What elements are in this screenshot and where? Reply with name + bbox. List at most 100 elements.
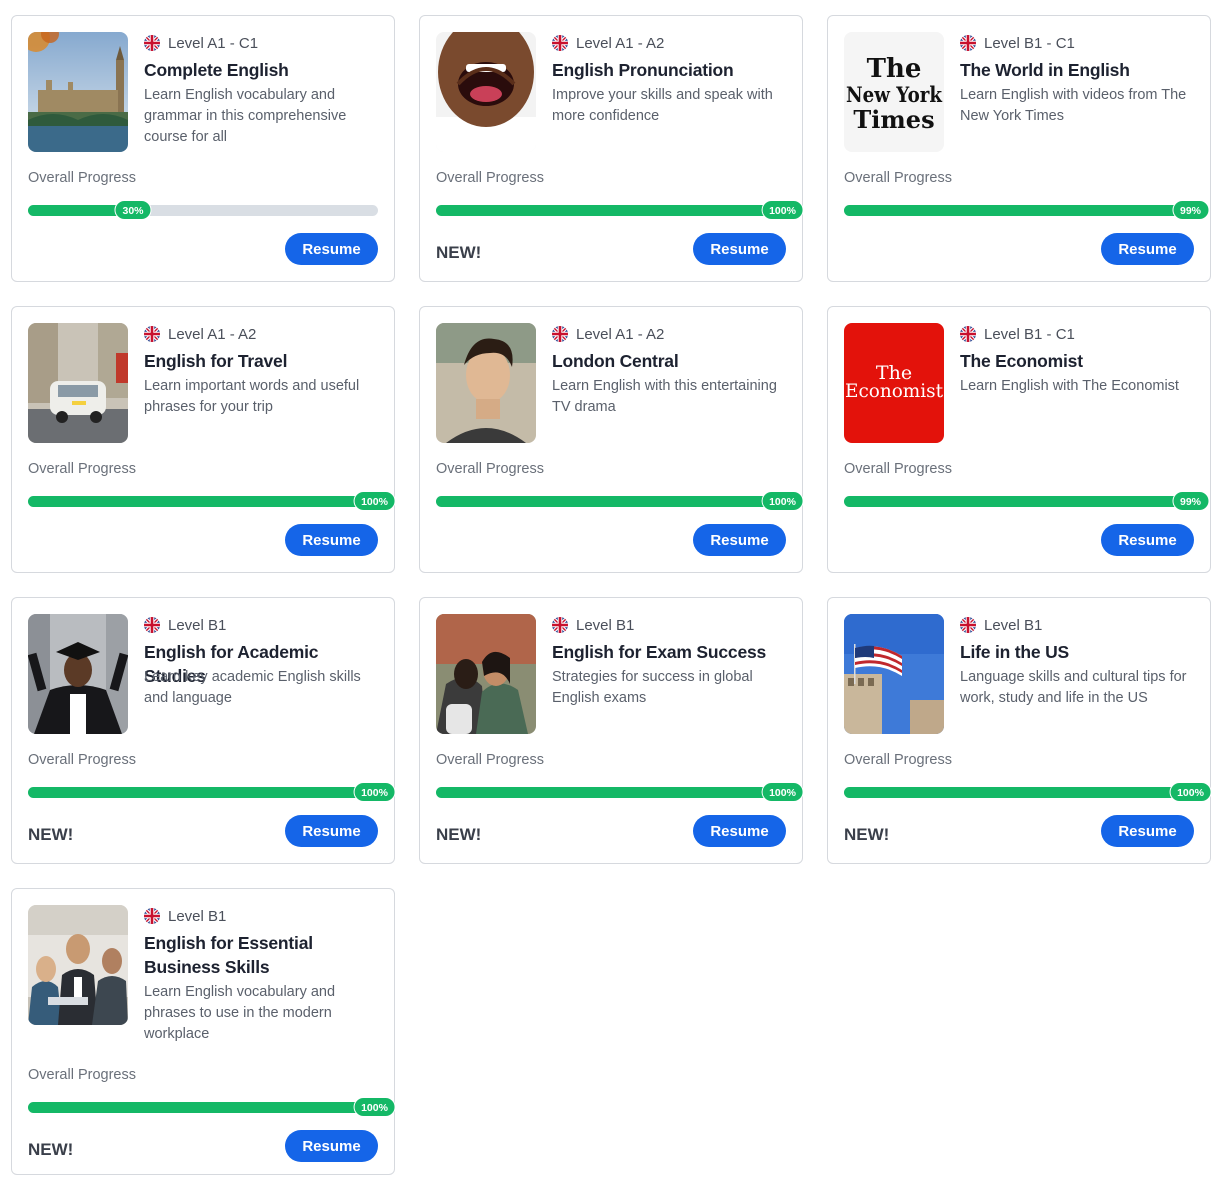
resume-button[interactable]: Resume [1101,233,1194,265]
progress-percent-badge: 100% [1169,782,1212,802]
course-level: Level B1 [144,616,226,634]
students-hug-image [436,614,536,734]
resume-button[interactable]: Resume [693,233,786,265]
resume-button[interactable]: Resume [693,524,786,556]
course-level: Level B1 [552,616,634,634]
progress-bar: 100% [28,1097,396,1117]
course-description: Learn English with videos from The New Y… [960,87,1187,124]
business-meeting-image [28,905,128,1025]
progress-bar-fill [28,1102,378,1113]
progress-bar-fill [28,787,378,798]
course-level: Level A1 - A2 [552,325,664,343]
svg-text:Economist: Economist [845,380,943,402]
uk-flag-icon [144,908,160,924]
us-flag-image [844,614,944,734]
progress-bar: 100% [844,782,1212,802]
course-grid: Level A1 - C1 Complete English Learn Engli… [0,0,1225,1189]
course-level-text: Level B1 [576,616,635,634]
course-title[interactable]: London Central [552,349,790,373]
progress-percent-badge: 99% [1171,200,1210,220]
progress-percent-badge: 30% [114,200,152,220]
course-level: Level B1 [144,907,226,925]
course-card[interactable]: Level B1 English for Exam Success Strategi… [419,597,804,864]
progress-bar: 100% [436,491,804,511]
course-title[interactable]: Life in the US [960,640,1198,664]
course-title[interactable]: English for Essential Business Skills [144,931,382,979]
progress-percent-badge: 100% [353,491,396,511]
resume-button[interactable]: Resume [285,233,378,265]
course-title[interactable]: English for Travel [144,349,382,373]
progress-percent-badge: 100% [761,491,804,511]
progress-bar-fill [844,496,1191,507]
course-card[interactable]: The New York Times Level B1 - C1 The World i… [827,15,1211,282]
progress-bar: 99% [844,200,1210,220]
course-card[interactable]: Level B1 English for Essential Business S… [11,888,396,1175]
course-card[interactable]: Level A1 - A2 English for Travel Learn imp… [11,306,396,573]
course-card[interactable]: Level A1 - C1 Complete English Learn Engli… [11,15,395,282]
progress-bar: 30% [28,200,378,220]
new-badge: NEW! [436,825,482,844]
graduate-image [28,614,128,734]
course-level-text: Level A1 - C1 [168,34,259,52]
course-title[interactable]: The Economist [960,349,1198,373]
course-level: Level A1 - A2 [552,34,664,52]
course-card[interactable]: Level B1 Life in the US Language skills an… [827,597,1212,864]
course-card[interactable]: Level A1 - A2 London Central Learn English… [419,306,804,573]
course-card[interactable]: Level B1 English for Academic Studies Lear… [11,597,396,864]
open-mouth-image [436,32,536,152]
progress-bar-fill [436,787,786,798]
progress-label: Overall Progress [28,752,136,768]
course-level-text: Level B1 [984,616,1043,634]
course-level-text: Level A1 - A2 [576,325,665,343]
london-bridge-image [28,32,128,152]
new-badge: NEW! [844,825,890,844]
course-description: Strategies for success in global English… [552,669,753,706]
course-title[interactable]: English for Exam Success [552,640,790,664]
resume-button[interactable]: Resume [285,1130,378,1162]
course-level: Level B1 [960,616,1042,634]
resume-button[interactable]: Resume [1101,815,1194,847]
progress-bar-fill [436,205,786,216]
progress-bar-fill [436,496,786,507]
course-level-text: Level B1 [168,616,227,634]
course-title[interactable]: The World in English [960,58,1198,82]
course-level: Level A1 - A2 [144,325,256,343]
london-taxi-image [28,323,128,443]
progress-label: Overall Progress [28,170,136,186]
course-title[interactable]: English Pronunciation [552,58,790,82]
course-card[interactable]: The Economist Level B1 - C1 The Economist Le… [827,306,1211,573]
progress-label: Overall Progress [436,461,544,477]
uk-flag-icon [144,617,160,633]
progress-bar: 100% [436,782,804,802]
course-level-text: Level B1 - C1 [984,325,1075,343]
resume-button[interactable]: Resume [693,815,786,847]
progress-bar-fill [28,496,378,507]
course-title[interactable]: Complete English [144,58,382,82]
svg-text:New York: New York [846,82,942,107]
uk-flag-icon [144,35,160,51]
course-card[interactable]: Level A1 - A2 English Pronunciation Improv… [419,15,804,282]
progress-bar: 100% [28,782,396,802]
progress-bar-fill [844,205,1191,216]
uk-flag-icon [960,35,976,51]
new-badge: NEW! [436,243,482,262]
course-level: Level B1 - C1 [960,34,1075,52]
course-level-text: Level B1 - C1 [984,34,1075,52]
course-level-text: Level B1 [168,907,227,925]
resume-button[interactable]: Resume [1101,524,1194,556]
progress-bar: 99% [844,491,1210,511]
course-level-text: Level A1 - A2 [576,34,665,52]
new-badge: NEW! [28,1140,74,1159]
uk-flag-icon [552,326,568,342]
progress-percent-badge: 99% [1171,491,1210,511]
course-description: Learn English with this entertaining TV … [552,378,777,415]
uk-flag-icon [960,617,976,633]
uk-flag-icon [960,326,976,342]
resume-button[interactable]: Resume [285,524,378,556]
progress-percent-badge: 100% [353,1097,396,1117]
resume-button[interactable]: Resume [285,815,378,847]
progress-percent-badge: 100% [761,200,804,220]
svg-text:Times: Times [853,105,934,134]
progress-label: Overall Progress [844,170,952,186]
course-level-text: Level A1 - A2 [168,325,257,343]
